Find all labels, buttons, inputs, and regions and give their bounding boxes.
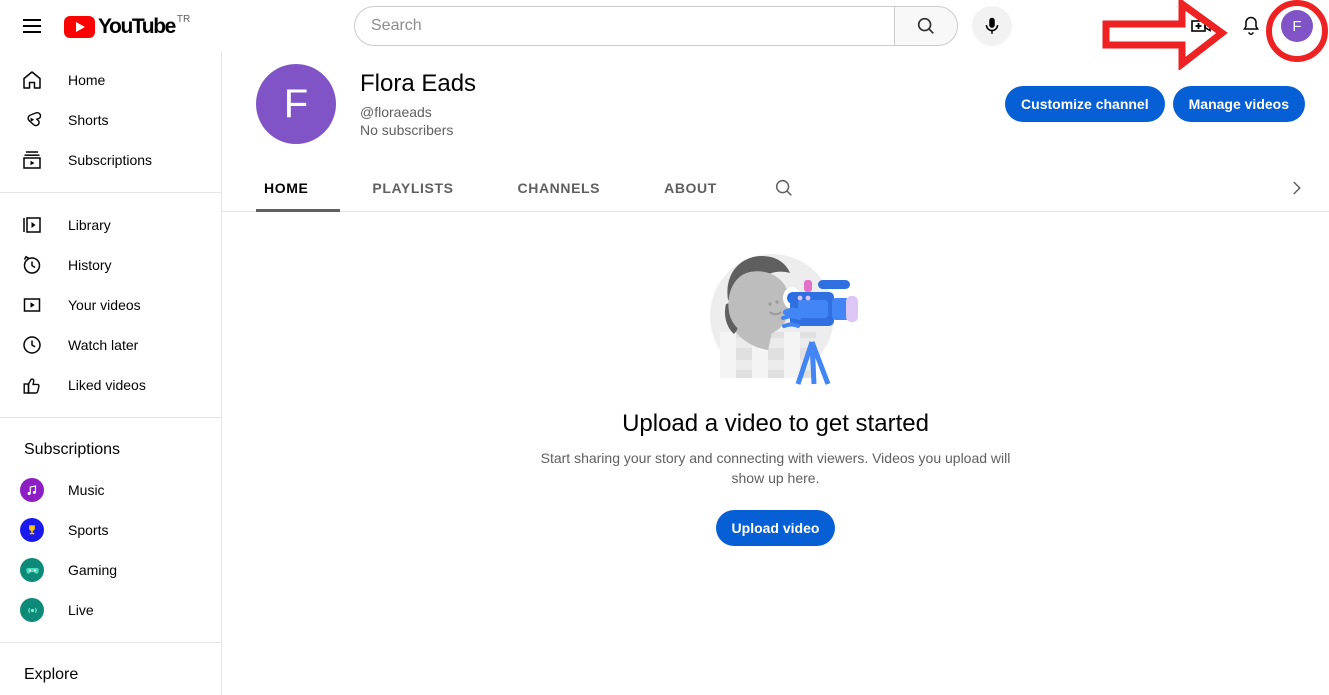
main-content: F Flora Eads @floraeads No subscribers C…: [222, 52, 1329, 695]
tab-home[interactable]: HOME: [256, 164, 341, 212]
sidebar-item-music[interactable]: Music: [0, 470, 221, 510]
manage-videos-button[interactable]: Manage videos: [1172, 86, 1305, 122]
sidebar-item-label: Gaming: [68, 562, 118, 578]
gamepad-icon: [20, 558, 44, 582]
channel-actions: Customize channel Manage videos: [1005, 86, 1305, 122]
liked-videos-icon: [20, 373, 44, 397]
watch-later-icon: [20, 333, 44, 357]
chevron-right-icon: [1293, 180, 1301, 195]
sidebar-item-subscriptions[interactable]: Subscriptions: [0, 140, 221, 180]
music-note-icon: [20, 478, 44, 502]
sidebar-item-label: Sports: [68, 522, 109, 538]
channel-avatar[interactable]: F: [256, 64, 336, 144]
sidebar-item-label: Liked videos: [68, 377, 146, 393]
sidebar-divider-2: [0, 417, 221, 418]
sidebar-item-live[interactable]: Live: [0, 590, 221, 630]
search-icon: [917, 17, 934, 34]
empty-state-subtitle: Start sharing your story and connecting …: [540, 450, 1011, 486]
channel-handle: @floraeads: [360, 104, 432, 120]
sidebar-item-sports[interactable]: Sports: [0, 510, 221, 550]
create-video-button[interactable]: [1181, 6, 1221, 46]
channel-tabs: HOME PLAYLISTS CHANNELS ABOUT: [222, 164, 1329, 212]
your-videos-icon: [20, 293, 44, 317]
sidebar-item-label: Home: [68, 72, 106, 88]
account-avatar[interactable]: F: [1281, 10, 1313, 42]
sidebar-item-shorts[interactable]: Shorts: [0, 100, 221, 140]
notification-bell-icon: [1243, 16, 1259, 35]
channel-header: F Flora Eads @floraeads No subscribers C…: [222, 52, 1329, 144]
channel-subscriber-count: No subscribers: [360, 122, 454, 138]
broadcast-icon: [20, 598, 44, 622]
microphone-icon: [985, 17, 999, 34]
trophy-icon: [20, 518, 44, 542]
search-input[interactable]: [371, 7, 894, 45]
sidebar-item-label: Shorts: [68, 112, 109, 128]
youtube-country-code: TR: [176, 13, 191, 25]
youtube-play-icon: [64, 15, 95, 38]
search-box[interactable]: [354, 6, 894, 46]
shorts-icon: [20, 108, 44, 132]
tab-about[interactable]: ABOUT: [632, 164, 749, 212]
masthead-left: YouTube TR: [0, 6, 222, 46]
masthead-center: [222, 6, 1181, 46]
search-button[interactable]: [894, 6, 958, 46]
history-icon: [20, 253, 44, 277]
sidebar-item-label: Music: [68, 482, 105, 498]
search-area: [354, 6, 1012, 46]
upload-video-button[interactable]: Upload video: [715, 510, 836, 546]
tab-playlists[interactable]: PLAYLISTS: [340, 164, 485, 212]
home-icon: [20, 68, 44, 92]
sidebar-item-gaming[interactable]: Gaming: [0, 550, 221, 590]
empty-state: Upload a video to get started Start shar…: [222, 238, 1329, 546]
tabs-overflow-button[interactable]: [1287, 179, 1305, 197]
person-with-video-camera-illustration: [709, 254, 858, 385]
sidebar-divider-1: [0, 192, 221, 193]
sidebar-item-label: Library: [68, 217, 111, 233]
channel-meta: Flora Eads @floraeads No subscribers: [360, 69, 476, 139]
masthead: YouTube TR Search F: [0, 0, 1329, 52]
sidebar-divider-3: [0, 642, 221, 643]
sidebar-subscriptions-title: Subscriptions: [24, 441, 121, 458]
sidebar-item-label: Watch later: [68, 337, 139, 353]
sidebar-item-liked-videos[interactable]: Liked videos: [0, 365, 221, 405]
create-video-icon: [1191, 20, 1211, 32]
sidebar-item-watch-later[interactable]: Watch later: [0, 325, 221, 365]
channel-name: Flora Eads: [360, 70, 477, 97]
channel-search-button[interactable]: [773, 177, 795, 199]
youtube-logo[interactable]: YouTube TR: [64, 13, 191, 38]
sidebar-item-label: History: [68, 257, 112, 273]
youtube-logo-text: YouTube: [98, 14, 176, 38]
hamburger-menu-icon[interactable]: [12, 6, 52, 46]
sidebar-item-library[interactable]: Library: [0, 205, 221, 245]
sidebar-item-home[interactable]: Home: [0, 60, 221, 100]
library-icon: [20, 213, 44, 237]
customize-channel-button[interactable]: Customize channel: [1005, 86, 1165, 122]
channel-avatar-letter: F: [283, 81, 309, 126]
sidebar-item-label: Your videos: [68, 297, 141, 313]
tab-channels[interactable]: CHANNELS: [486, 164, 633, 212]
account-avatar-letter: F: [1292, 17, 1302, 35]
masthead-right: F: [1181, 6, 1313, 46]
subscriptions-icon: [20, 148, 44, 172]
search-icon: [775, 179, 792, 196]
sidebar-item-label: Live: [68, 602, 94, 618]
sidebar-explore-title: Explore: [24, 666, 79, 683]
sidebar: Home Shorts Subscriptions Library Histor…: [0, 52, 222, 695]
voice-search-button[interactable]: [972, 6, 1012, 46]
sidebar-item-your-videos[interactable]: Your videos: [0, 285, 221, 325]
sidebar-item-history[interactable]: History: [0, 245, 221, 285]
empty-state-title: Upload a video to get started: [622, 410, 929, 437]
notifications-button[interactable]: [1231, 6, 1271, 46]
sidebar-item-label: Subscriptions: [68, 152, 153, 168]
